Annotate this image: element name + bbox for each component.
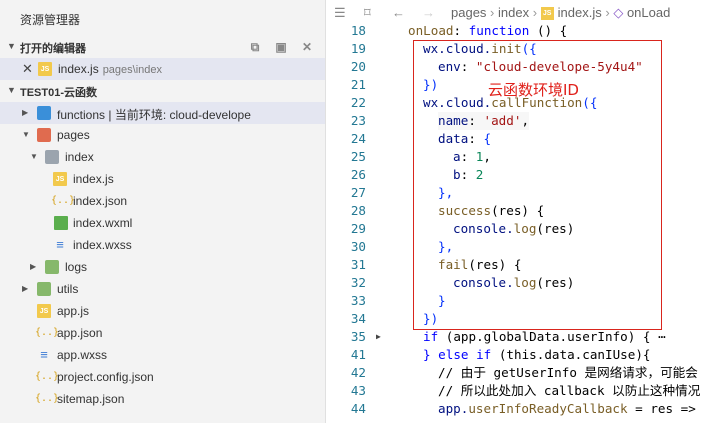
wxss-file-icon: ≡ bbox=[56, 237, 64, 252]
breadcrumb-file[interactable]: index.js bbox=[558, 5, 602, 20]
json-file-icon: {..} bbox=[35, 393, 60, 404]
tree-item-index-wxss[interactable]: ≡ index.wxss bbox=[0, 234, 325, 256]
explorer-title: 资源管理器 bbox=[20, 13, 81, 27]
js-file-icon: JS bbox=[38, 62, 52, 76]
wxss-file-icon: ≡ bbox=[40, 347, 48, 362]
open-editor-file-name: index.js bbox=[58, 62, 99, 76]
chevron-right-icon: ▶ bbox=[22, 284, 29, 293]
json-file-icon: {..} bbox=[35, 371, 60, 382]
tree-item-app-js[interactable]: JS app.js bbox=[0, 300, 325, 322]
tree-item-label: pages bbox=[57, 128, 90, 142]
folder-open-icon bbox=[45, 150, 59, 164]
tree-item-label: functions | 当前环境: cloud-develope bbox=[57, 108, 251, 122]
breadcrumb-index[interactable]: index bbox=[498, 5, 529, 20]
back-icon[interactable]: ← bbox=[392, 5, 405, 20]
tree-item-label: sitemap.json bbox=[57, 392, 125, 406]
close-all-icon[interactable]: ✕ bbox=[299, 39, 315, 55]
breadcrumb: ☰ ⌑ ← → pages › index › JS index.js › ◇ o… bbox=[334, 5, 671, 21]
tree-item-app-wxss[interactable]: ≡ app.wxss bbox=[0, 344, 325, 366]
tree-item-label: index bbox=[65, 150, 94, 164]
code-line: 35 ▶ if (app.globalData.userInfo) { ⋯ bbox=[350, 328, 666, 346]
wxml-file-icon bbox=[54, 216, 68, 230]
project-section-header[interactable]: ▼ TEST01-云函数 bbox=[0, 80, 325, 102]
open-editors-section-header[interactable]: ▼ 打开的编辑器 ⧉ ▣ ✕ bbox=[0, 36, 325, 58]
tree-item-app-json[interactable]: {..} app.json bbox=[0, 322, 325, 344]
js-file-icon: JS bbox=[53, 172, 67, 186]
code-line: 42// 由于 getUserInfo 是网络请求，可能会 bbox=[350, 365, 698, 380]
save-all-icon[interactable]: ▣ bbox=[273, 39, 289, 55]
chevron-down-icon: ▼ bbox=[7, 85, 16, 95]
open-editors-label: 打开的编辑器 bbox=[20, 43, 86, 55]
folder-icon bbox=[45, 260, 59, 274]
chevron-right-icon[interactable]: ▶ bbox=[376, 328, 381, 346]
open-editor-item-index-js[interactable]: ✕ JS index.js pages\index bbox=[0, 58, 325, 80]
tree-item-index-folder[interactable]: ▼ index bbox=[0, 146, 325, 168]
list-icon[interactable]: ☰ bbox=[334, 5, 346, 21]
json-file-icon: {..} bbox=[51, 195, 76, 206]
open-editor-file-path: pages\index bbox=[102, 64, 163, 76]
method-cube-icon: ◇ bbox=[613, 5, 624, 20]
tree-item-functions[interactable]: ▶ functions | 当前环境: cloud-develope bbox=[0, 102, 325, 124]
code-line: 44 app.userInfoReadyCallback = res => bbox=[350, 401, 696, 416]
tree-item-index-js[interactable]: JS index.js bbox=[0, 168, 325, 190]
chevron-right-icon: ▶ bbox=[22, 108, 29, 117]
annotation-label: 云函数环境ID bbox=[488, 81, 579, 99]
breadcrumb-pages[interactable]: pages bbox=[451, 5, 486, 20]
tree-item-index-json[interactable]: {..} index.json bbox=[0, 190, 325, 212]
code-line: 41} else if (this.data.canIUse){ bbox=[350, 347, 651, 362]
folder-icon bbox=[37, 282, 51, 296]
js-file-icon: JS bbox=[540, 7, 554, 21]
tree-item-label: utils bbox=[57, 282, 79, 296]
chevron-down-icon: ▼ bbox=[22, 130, 30, 139]
tree-item-label: index.js bbox=[73, 172, 114, 186]
explorer-sidebar: 资源管理器 ▼ 打开的编辑器 ⧉ ▣ ✕ ✕ JS index.js pages\in… bbox=[0, 0, 326, 423]
tree-item-pages[interactable]: ▼ pages bbox=[0, 124, 325, 146]
tree-item-label: app.json bbox=[57, 326, 103, 340]
new-file-icon[interactable]: ⧉ bbox=[247, 39, 263, 55]
tree-item-label: index.wxss bbox=[73, 238, 132, 252]
forward-icon[interactable]: → bbox=[422, 5, 435, 20]
tree-item-label: index.wxml bbox=[73, 216, 133, 230]
chevron-down-icon: ▼ bbox=[30, 152, 38, 161]
js-file-icon: JS bbox=[37, 304, 51, 318]
bookmark-icon[interactable]: ⌑ bbox=[364, 5, 371, 21]
tree-item-index-wxml[interactable]: index.wxml bbox=[0, 212, 325, 234]
chevron-right-icon: ▶ bbox=[30, 262, 37, 271]
tree-item-sitemap[interactable]: {..} sitemap.json bbox=[0, 388, 325, 410]
tree-item-label: project.config.json bbox=[57, 370, 154, 384]
code-line: 43// 所以此处加入 callback 以防止这种情况 bbox=[350, 383, 701, 398]
project-label: TEST01-云函数 bbox=[20, 87, 98, 99]
code-line: 18 onLoad: function () { bbox=[350, 23, 568, 38]
json-file-icon: {..} bbox=[35, 327, 60, 338]
tree-item-label: index.json bbox=[73, 194, 128, 208]
tree-item-label: app.js bbox=[57, 304, 90, 318]
tree-item-label: app.wxss bbox=[57, 348, 108, 362]
tree-item-project-config[interactable]: {..} project.config.json bbox=[0, 366, 325, 388]
tree-item-logs[interactable]: ▶ logs bbox=[0, 256, 325, 278]
tree-item-utils[interactable]: ▶ utils bbox=[0, 278, 325, 300]
cloud-folder-icon bbox=[37, 106, 51, 120]
folder-icon bbox=[37, 128, 51, 142]
chevron-down-icon: ▼ bbox=[7, 41, 16, 51]
close-icon[interactable]: ✕ bbox=[22, 61, 33, 77]
breadcrumb-symbol[interactable]: onLoad bbox=[627, 5, 670, 20]
tree-item-label: logs bbox=[65, 260, 88, 274]
